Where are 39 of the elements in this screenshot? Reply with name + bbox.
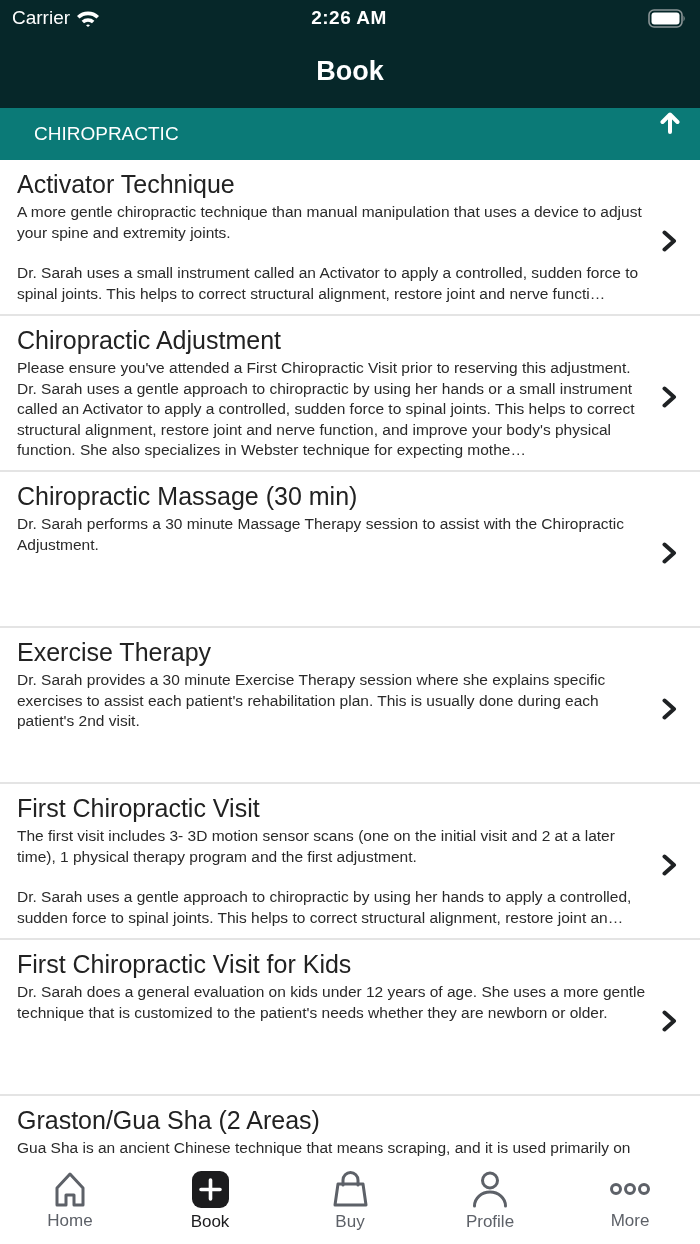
tab-bar-item[interactable]: Buy (280, 1162, 420, 1240)
chevron-right-icon (662, 854, 677, 876)
service-title: Chiropractic Adjustment (17, 325, 282, 356)
service-description: Dr. Sarah uses a small instrument called an Activator to apply a controlled, sudden force to spinal joints. This helps to correct structural alignment, restore joint and nerve functi… (17, 263, 640, 304)
chevron-right-icon (662, 1010, 677, 1032)
service-description: A more gentle chiropractic technique than manual manipulation that uses a device to adjust your spine and extremity joints. (17, 202, 643, 243)
service-title: Graston/Gua Sha (2 Areas) (17, 1105, 321, 1136)
person-icon (472, 1171, 508, 1208)
service-description: Dr. Sarah performs a 30 minute Massage Therapy session to assist with the Chiropractic Adjustment. (17, 514, 626, 555)
plus-icon (191, 1171, 229, 1208)
service-title: Activator Technique (17, 169, 236, 200)
service-description: Please ensure you've attended a First Chiropractic Visit prior to reserving this adjustment. Dr. Sarah uses a gentle approach to chiropractic by using her hands or a small instrument called an Activator to apply a controlled, sudden force to spinal joints. This helps to correct structural alignment, restore joint and nerve function, and improve your body's physical function. She also specializes in Webster technique for expecting mothe… (17, 358, 636, 461)
wifi-icon (76, 9, 101, 27)
tab-bar-item[interactable]: Home (0, 1162, 140, 1240)
chevron-right-icon (662, 230, 677, 252)
service-title: Exercise Therapy (17, 637, 213, 668)
service-title: First Chiropractic Visit for Kids (17, 949, 353, 980)
service-title: Chiropractic Massage (30 min) (17, 481, 359, 512)
section-title: CHIROPRACTIC (34, 123, 179, 145)
arrow-up-icon[interactable] (660, 112, 680, 134)
service-description: The first visit includes 3- 3D motion sensor scans (one on the initial visit and 2 at a later time), 1 physical therapy program and the first adjustment. (17, 826, 616, 867)
service-description: Dr. Sarah provides a 30 minute Exercise Therapy session where she explains specific exercises to assist each patient's rehabilitation plan. This is usually done during each patient's 2nd visit. (17, 670, 607, 732)
chevron-right-icon (662, 386, 677, 408)
carrier-label: Carrier (12, 7, 71, 29)
bag-icon (331, 1171, 369, 1208)
screen-title: Book (316, 55, 384, 87)
chevron-right-icon (662, 542, 677, 564)
tab-bar-item[interactable]: Book (140, 1162, 280, 1240)
status-time: 2:26 AM (311, 7, 387, 29)
ellipsis-icon (610, 1182, 650, 1196)
battery-icon (648, 8, 686, 28)
house-icon (54, 1171, 86, 1207)
service-title: First Chiropractic Visit (17, 793, 261, 824)
chevron-right-icon (662, 698, 677, 720)
service-description: Dr. Sarah uses a gentle approach to chiropractic by using her hands to apply a controlled, sudden force to spinal joints. This helps to correct structural alignment, restore joint an… (17, 887, 633, 928)
service-description: Dr. Sarah does a general evaluation on kids under 12 years of age. She uses a more gentle technique that is customized to the patient's needs whether they are newborn or older. (17, 982, 647, 1023)
tab-bar-item[interactable]: More (560, 1162, 700, 1240)
service-description: Gua Sha is an ancient Chinese technique that means scraping, and it is used primarily on (17, 1138, 632, 1158)
tab-bar-item[interactable]: Profile (420, 1162, 560, 1240)
